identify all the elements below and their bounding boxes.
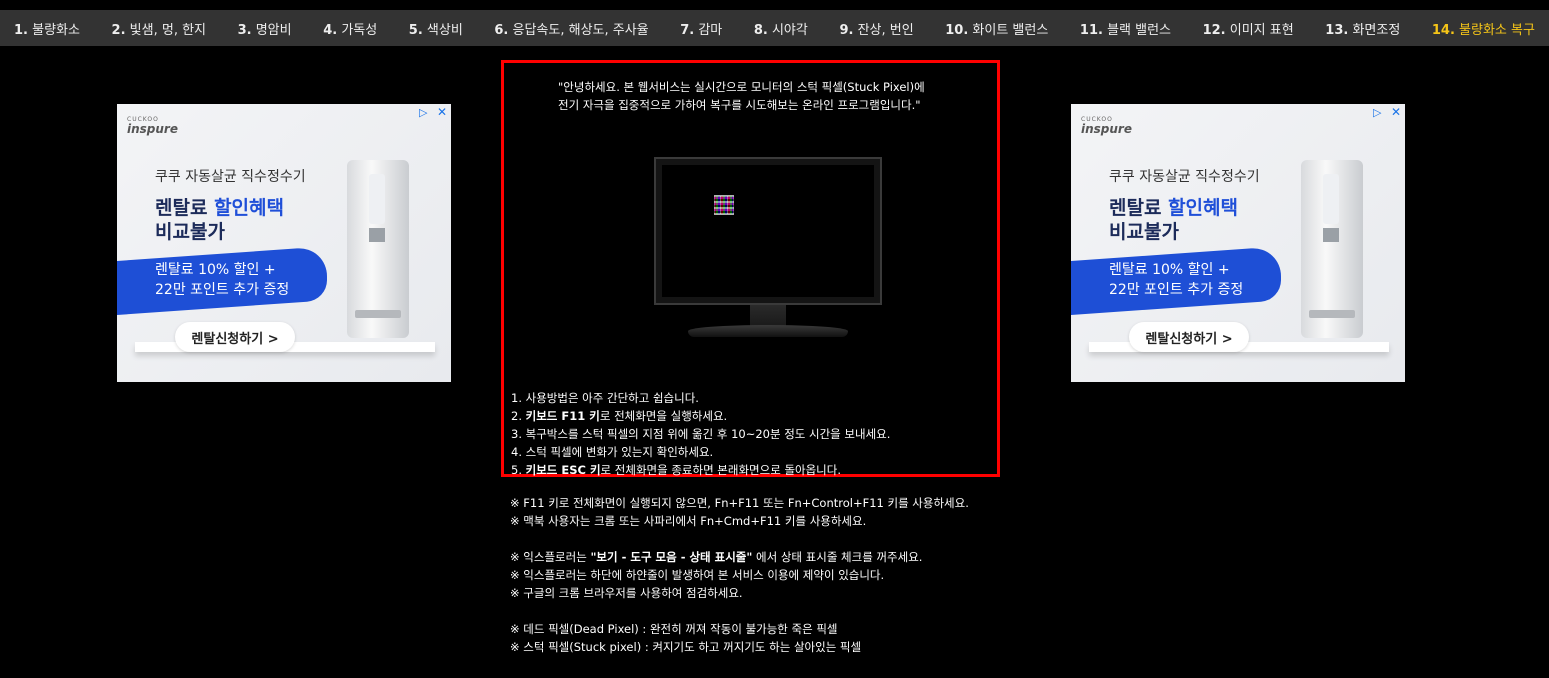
note-f11: ※ F11 키로 전체화면이 실행되지 않으면, Fn+F11 또는 Fn+Co… <box>510 496 969 510</box>
nav-item-7[interactable]: 7. 감마 <box>672 19 730 38</box>
step-1: 1. 사용방법은 아주 간단하고 쉽습니다. <box>511 391 699 405</box>
ad-banner-left[interactable]: CUCKOO inspure ▷ ✕ 쿠쿠 자동살균 직수정수기 렌탈료 할인혜… <box>117 104 451 382</box>
step-2: 2. 키보드 F11 키로 전체화면을 실행하세요. <box>511 409 728 423</box>
nav-item-10[interactable]: 10. 화이트 밸런스 <box>937 19 1056 38</box>
purifier-panel <box>1323 174 1339 224</box>
pixel-fix-box-noise <box>714 195 734 215</box>
monitor-stand-base <box>688 325 848 337</box>
adchoices-icon[interactable]: ▷ <box>1373 106 1385 119</box>
ad-subtitle: 쿠쿠 자동살균 직수정수기 <box>1109 169 1260 185</box>
nav-item-9[interactable]: 9. 잔상, 번인 <box>831 19 921 38</box>
monitor-screen-inner <box>662 165 874 297</box>
ad-promo: 렌탈료 10% 할인 + 22만 포인트 추가 증정 <box>1109 262 1244 298</box>
purifier-panel <box>369 174 385 224</box>
ad-brand-logo: inspure <box>127 122 178 136</box>
note-dead-pixel: ※ 데드 픽셀(Dead Pixel) : 완전히 꺼져 작동이 불가능한 죽은… <box>510 622 838 636</box>
nav-item-14-active[interactable]: 14. 불량화소 복구 <box>1424 19 1543 38</box>
usage-steps: 1. 사용방법은 아주 간단하고 쉽습니다. 2. 키보드 F11 키로 전체화… <box>511 389 996 479</box>
note-explorer-statusbar: ※ 익스플로러는 "보기 - 도구 모음 - 상태 표시줄" 에서 상태 표시줄… <box>510 550 923 564</box>
adchoices-icon[interactable]: ▷ <box>419 106 431 119</box>
nav-item-3[interactable]: 3. 명암비 <box>230 19 300 38</box>
step-5: 5. 키보드 ESC 키로 전체화면을 종료하면 본래화면으로 돌아옵니다. <box>511 463 842 477</box>
step-4: 4. 스턱 픽셀에 변화가 있는지 확인하세요. <box>511 445 714 459</box>
nav-item-4[interactable]: 4. 가독성 <box>315 19 385 38</box>
notes-spacer <box>510 602 1070 620</box>
notes-section: ※ F11 키로 전체화면이 실행되지 않으면, Fn+F11 또는 Fn+Co… <box>510 494 1070 656</box>
note-explorer-whiteline: ※ 익스플로러는 하단에 하얀줄이 발생하여 본 서비스 이용에 제약이 있습니… <box>510 568 885 582</box>
nav-item-2[interactable]: 2. 빛샘, 멍, 한지 <box>104 19 214 38</box>
note-macbook: ※ 맥북 사용자는 크롬 또는 사파리에서 Fn+Cmd+F11 키를 사용하세… <box>510 514 867 528</box>
intro-text: "안녕하세요. 본 웹서비스는 실시간으로 모니터의 스턱 픽셀(Stuck P… <box>558 80 925 112</box>
water-purifier-image <box>347 160 409 338</box>
ad-banner-right[interactable]: CUCKOO inspure ▷ ✕ 쿠쿠 자동살균 직수정수기 렌탈료 할인혜… <box>1071 104 1405 382</box>
note-chrome: ※ 구글의 크롬 브라우저를 사용하여 점검하세요. <box>510 586 743 600</box>
step-3: 3. 복구박스를 스턱 픽셀의 지점 위에 옮긴 후 10~20분 정도 시간을… <box>511 427 891 441</box>
nav-item-12[interactable]: 12. 이미지 표현 <box>1195 19 1302 38</box>
ad-cta-button[interactable]: 렌탈신청하기 > <box>175 322 295 352</box>
monitor-screen <box>654 157 882 305</box>
ad-promo: 렌탈료 10% 할인 + 22만 포인트 추가 증정 <box>155 262 290 298</box>
nav-item-13[interactable]: 13. 화면조정 <box>1317 19 1408 38</box>
purifier-tray <box>355 310 401 318</box>
water-purifier-image <box>1301 160 1363 338</box>
note-stuck-pixel: ※ 스턱 픽셀(Stuck pixel) : 켜지기도 하고 꺼지기도 하는 살… <box>510 640 862 654</box>
nav-item-8[interactable]: 8. 시야각 <box>746 19 816 38</box>
close-icon[interactable]: ✕ <box>437 105 447 119</box>
ad-brand-logo: inspure <box>1081 122 1132 136</box>
main-instruction-box: "안녕하세요. 본 웹서비스는 실시간으로 모니터의 스턱 픽셀(Stuck P… <box>501 60 1000 477</box>
ad-cta-button[interactable]: 렌탈신청하기 > <box>1129 322 1249 352</box>
nav-item-1[interactable]: 1. 불량화소 <box>6 19 88 38</box>
ad-subtitle: 쿠쿠 자동살균 직수정수기 <box>155 169 306 185</box>
nav-item-5[interactable]: 5. 색상비 <box>401 19 471 38</box>
nav-item-6[interactable]: 6. 응답속도, 해상도, 주사율 <box>486 19 656 38</box>
monitor-illustration <box>654 157 882 341</box>
nav-item-11[interactable]: 11. 블랙 밸런스 <box>1072 19 1179 38</box>
notes-spacer <box>510 530 1070 548</box>
purifier-tap <box>1323 228 1339 242</box>
close-icon[interactable]: ✕ <box>1391 105 1401 119</box>
purifier-tap <box>369 228 385 242</box>
monitor-stand-neck <box>750 305 786 327</box>
top-nav: 1. 불량화소 2. 빛샘, 멍, 한지 3. 명암비 4. 가독성 5. 색상… <box>0 10 1549 46</box>
purifier-tray <box>1309 310 1355 318</box>
ad-headline: 렌탈료 할인혜택 비교불가 <box>155 197 284 243</box>
ad-headline: 렌탈료 할인혜택 비교불가 <box>1109 197 1238 243</box>
